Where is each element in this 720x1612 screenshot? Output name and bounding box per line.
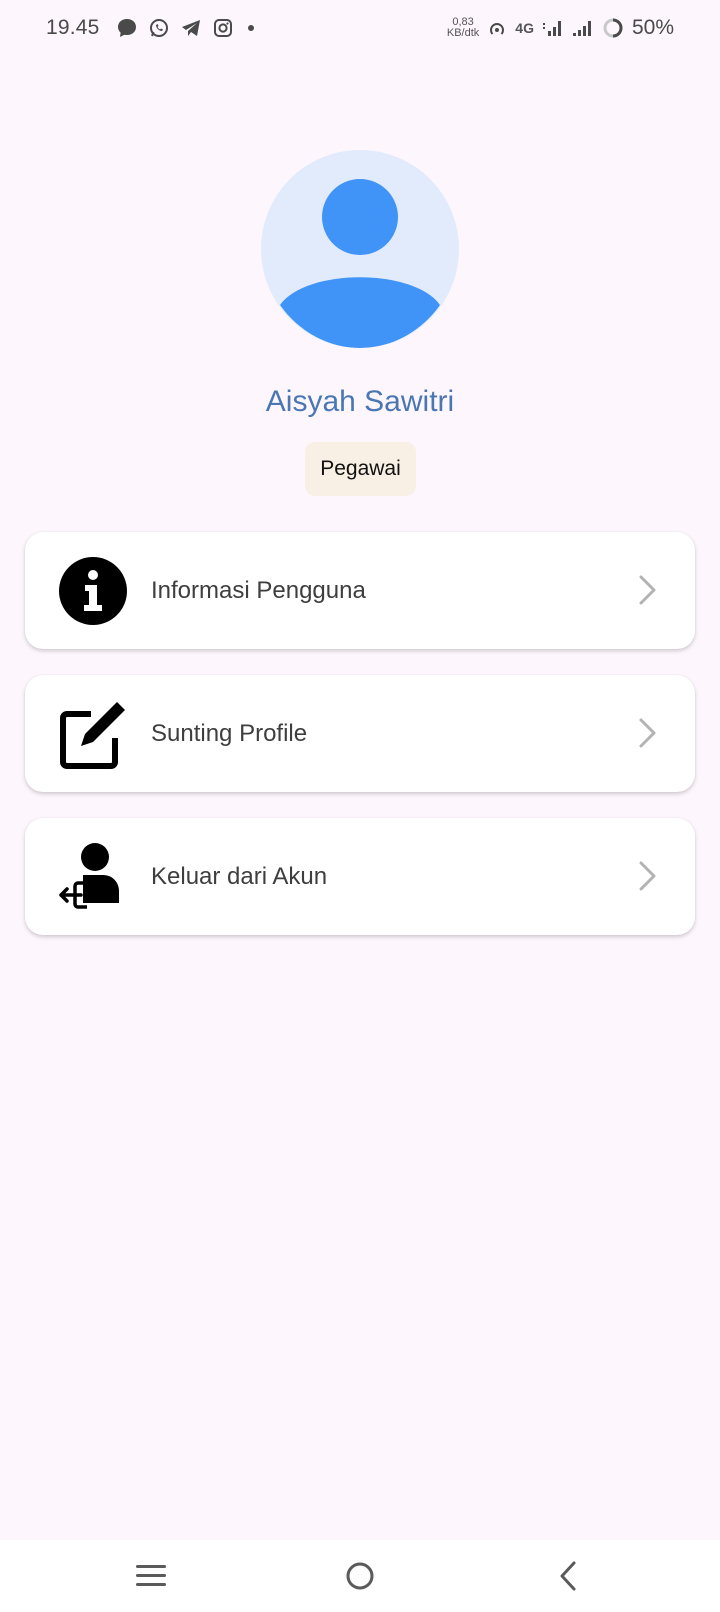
telegram-icon bbox=[180, 17, 202, 39]
menu-item-label: Sunting Profile bbox=[151, 719, 308, 747]
home-icon[interactable] bbox=[343, 1558, 377, 1594]
avatar bbox=[261, 150, 459, 348]
network-type: 4G bbox=[515, 20, 534, 36]
menu-item-logout[interactable]: Keluar dari Akun bbox=[25, 818, 695, 935]
net-speed: 0,83 KB/dtk bbox=[447, 17, 479, 39]
back-icon[interactable] bbox=[552, 1558, 586, 1594]
signal-icon-2 bbox=[572, 18, 594, 38]
chevron-right-icon bbox=[637, 860, 657, 892]
menu-item-user-info[interactable]: Informasi Pengguna bbox=[25, 532, 695, 649]
battery-percent: 50% bbox=[631, 16, 674, 39]
hotspot-icon bbox=[487, 18, 507, 38]
signal-icon-1 bbox=[542, 18, 564, 38]
recent-apps-icon[interactable] bbox=[134, 1558, 168, 1594]
logout-user-icon bbox=[57, 841, 129, 913]
menu-item-label: Informasi Pengguna bbox=[151, 576, 366, 604]
whatsapp-icon bbox=[148, 17, 170, 39]
status-time: 19.45 bbox=[46, 16, 100, 39]
dot-icon bbox=[244, 17, 258, 39]
status-bar-right: 0,83 KB/dtk 4G 50% bbox=[447, 16, 674, 40]
net-speed-unit: KB/dtk bbox=[446, 27, 480, 39]
chevron-right-icon bbox=[637, 574, 657, 606]
instagram-icon bbox=[212, 17, 234, 39]
info-icon bbox=[57, 555, 129, 627]
menu-item-edit-profile[interactable]: Sunting Profile bbox=[25, 675, 695, 792]
chat-bubble-icon bbox=[116, 17, 138, 39]
system-nav-bar bbox=[0, 1540, 720, 1612]
chevron-right-icon bbox=[637, 717, 657, 749]
status-bar: 19.45 0,83 KB/dtk 4G 50% bbox=[0, 0, 720, 56]
battery-icon bbox=[602, 17, 624, 39]
role-badge: Pegawai bbox=[305, 442, 416, 496]
user-avatar-icon bbox=[280, 179, 440, 348]
user-name: Aisyah Sawitri bbox=[265, 385, 455, 418]
menu-item-label: Keluar dari Akun bbox=[151, 862, 328, 890]
role-label: Pegawai bbox=[320, 457, 401, 480]
profile-screen: 19.45 0,83 KB/dtk 4G 50% Aisyah Sawitri … bbox=[0, 0, 720, 1612]
status-bar-left: 19.45 bbox=[46, 16, 258, 40]
edit-icon bbox=[57, 698, 129, 770]
